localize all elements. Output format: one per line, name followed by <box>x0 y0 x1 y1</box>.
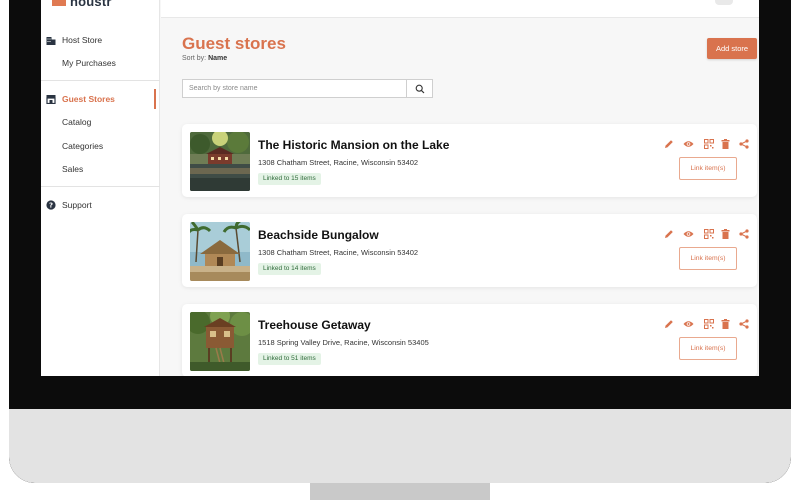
sort-prefix: Sort by: <box>182 55 207 62</box>
monitor-chin <box>9 409 791 483</box>
sidebar-divider <box>41 186 160 187</box>
logo-text: houstr <box>70 0 112 9</box>
monitor-frame: houstr Host Store My Purchases Guest Sto… <box>9 0 791 483</box>
store-name[interactable]: Treehouse Getaway <box>258 318 371 332</box>
svg-text:?: ? <box>49 202 53 210</box>
store-address: 1518 Spring Valley Drive, Racine, Wiscon… <box>258 338 429 347</box>
search-icon <box>415 84 424 93</box>
sidebar-item-support[interactable]: ? Support <box>41 195 160 215</box>
app-screen: houstr Host Store My Purchases Guest Sto… <box>41 0 759 376</box>
building-icon <box>46 35 56 45</box>
app-logo[interactable]: houstr <box>52 0 112 9</box>
beach-bungalow-photo <box>190 222 250 281</box>
store-card[interactable]: Treehouse Getaway 1518 Spring Valley Dri… <box>182 304 757 376</box>
sort-value: Name <box>208 55 228 62</box>
help-circle-icon: ? <box>46 200 56 210</box>
search-button[interactable] <box>406 80 432 97</box>
user-avatar[interactable] <box>715 0 733 5</box>
treehouse-photo <box>190 312 250 371</box>
sidebar-item-label: Guest Stores <box>62 94 115 104</box>
qr-code-icon[interactable] <box>703 138 714 149</box>
sidebar-item-label: Sales <box>62 164 84 174</box>
store-name[interactable]: The Historic Mansion on the Lake <box>258 138 449 152</box>
linked-items-badge: Linked to 51 items <box>258 353 321 365</box>
search-input[interactable] <box>183 80 407 97</box>
qr-code-icon[interactable] <box>703 228 714 239</box>
share-icon[interactable] <box>738 138 749 149</box>
sidebar-item-guest-stores[interactable]: Guest Stores <box>41 89 160 109</box>
card-actions <box>646 138 749 150</box>
delete-icon[interactable] <box>720 228 731 239</box>
edit-icon[interactable] <box>663 138 674 149</box>
sort-indicator[interactable]: Sort by: Name <box>182 55 227 62</box>
link-items-button[interactable]: Link item(s) <box>679 157 737 180</box>
add-store-button[interactable]: Add store <box>707 38 757 59</box>
link-items-button[interactable]: Link item(s) <box>679 337 737 360</box>
sidebar-item-label: Support <box>62 200 92 210</box>
card-actions <box>646 228 749 240</box>
store-card[interactable]: Beachside Bungalow 1308 Chatham Street, … <box>182 214 757 287</box>
view-icon[interactable] <box>683 228 694 239</box>
delete-icon[interactable] <box>720 138 731 149</box>
search-box <box>182 79 433 98</box>
sidebar-item-my-purchases[interactable]: My Purchases <box>41 53 160 73</box>
store-address: 1308 Chatham Street, Racine, Wisconsin 5… <box>258 248 419 257</box>
store-card[interactable]: The Historic Mansion on the Lake 1308 Ch… <box>182 124 757 197</box>
sidebar-item-label: Host Store <box>62 35 103 45</box>
share-icon[interactable] <box>738 228 749 239</box>
top-bar <box>161 0 759 18</box>
sidebar-item-host-store[interactable]: Host Store <box>41 30 160 50</box>
store-name[interactable]: Beachside Bungalow <box>258 228 379 242</box>
sidebar-item-label: Categories <box>62 141 104 151</box>
sidebar-item-categories[interactable]: Categories <box>41 136 160 156</box>
delete-icon[interactable] <box>720 318 731 329</box>
card-actions <box>646 318 749 330</box>
store-address: 1308 Chatham Street, Racine, Wisconsin 5… <box>258 158 419 167</box>
linked-items-badge: Linked to 15 items <box>258 173 321 185</box>
view-icon[interactable] <box>683 318 694 329</box>
page-title: Guest stores <box>182 34 286 53</box>
storefront-icon <box>46 94 56 104</box>
logo-mark <box>52 0 66 6</box>
edit-icon[interactable] <box>663 318 674 329</box>
sidebar-divider <box>41 80 160 81</box>
share-icon[interactable] <box>738 318 749 329</box>
sidebar-item-label: Catalog <box>62 117 92 127</box>
sidebar-item-label: My Purchases <box>62 58 116 68</box>
view-icon[interactable] <box>683 138 694 149</box>
qr-code-icon[interactable] <box>703 318 714 329</box>
monitor-stand <box>310 483 490 500</box>
lake-mansion-photo <box>190 132 250 191</box>
sidebar-item-catalog[interactable]: Catalog <box>41 112 160 132</box>
sidebar-item-sales[interactable]: Sales <box>41 159 160 179</box>
link-items-button[interactable]: Link item(s) <box>679 247 737 270</box>
edit-icon[interactable] <box>663 228 674 239</box>
linked-items-badge: Linked to 14 items <box>258 263 321 275</box>
sidebar: houstr Host Store My Purchases Guest Sto… <box>41 0 160 376</box>
